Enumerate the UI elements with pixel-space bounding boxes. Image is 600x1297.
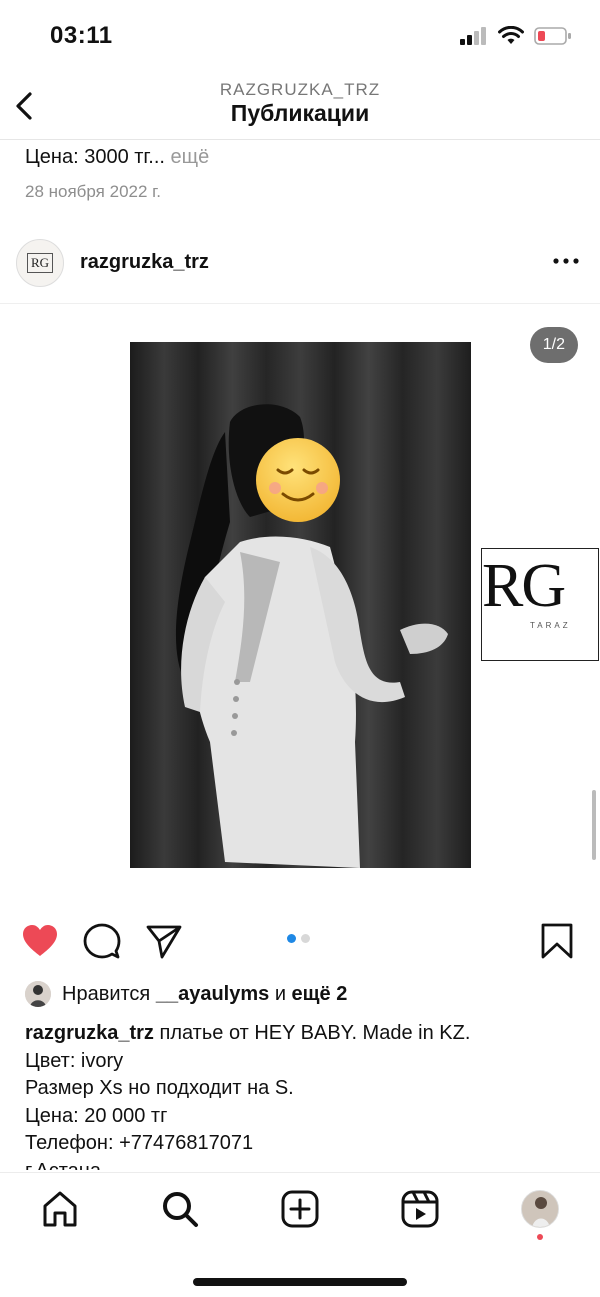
caption-line: Размер Xs но подходит на S. [25,1077,294,1099]
caption-line: Цвет: ivory [25,1049,124,1072]
caption-line: платье от HEY BABY. Made in KZ. [159,1022,471,1044]
status-icons [460,26,572,46]
header: RAZGRUZKA_TRZ Публикации [0,72,600,140]
likes-prefix: Нравится [62,982,151,1005]
caption-line: Телефон: +77476817071 [25,1132,254,1154]
previous-post-date: 28 ноября 2022 г. [25,182,161,201]
home-icon[interactable] [40,1189,80,1229]
search-icon[interactable] [160,1189,200,1229]
status-time: 03:11 [50,22,113,49]
header-username: RAZGRUZKA_TRZ [219,80,381,99]
tab-bar [0,1172,600,1297]
carousel-dots [287,934,310,943]
post-caption: razgruzka_trz платье от HEY BABY. Made i… [25,1020,585,1170]
post-actions [0,918,600,964]
likes-and: и [274,982,286,1005]
post-username[interactable]: razgruzka_trz [80,251,209,274]
reels-icon[interactable] [400,1189,440,1229]
avatar-logo: RG [26,253,54,273]
image-counter: 1/2 [529,327,578,363]
heart-icon[interactable] [21,922,59,960]
carousel-dot-active [287,934,296,943]
avatar[interactable]: RG [16,239,64,287]
home-indicator [193,1278,407,1286]
previous-post-more-link[interactable]: ещё [171,146,210,168]
create-icon[interactable] [280,1189,320,1229]
share-icon[interactable] [145,922,183,960]
carousel-dot [301,934,310,943]
likes-more[interactable]: ещё 2 [292,983,348,1006]
post-header: RG razgruzka_trz [0,236,600,304]
notification-dot [537,1234,543,1240]
liker-avatar [25,981,51,1007]
signal-icon [460,27,486,45]
caption-line: г.Астана [25,1158,585,1171]
post-photo [130,342,471,868]
wifi-icon [498,26,524,44]
likes-user[interactable]: __ayaulyms [156,983,269,1006]
likes-row[interactable]: Нравится __ayaulyms и ещё 2 [25,980,347,1008]
caption-username[interactable]: razgruzka_trz [25,1022,154,1044]
caption-line: Цена: 20 000 тг [25,1104,168,1127]
bookmark-icon[interactable] [538,922,576,960]
previous-post-price: Цена: 3000 тг... [25,146,165,168]
comment-icon[interactable] [83,922,121,960]
page-title: Публикации [230,100,370,126]
previous-post-caption: Цена: 3000 тг... ещё [25,146,209,169]
rg-logo-mark: RG [482,552,566,620]
rg-logo: RG TARAZ [481,548,599,661]
rg-logo-subtitle: TARAZ [530,621,571,630]
post-media[interactable]: 1/2 RG TARAZ [0,305,600,905]
scrollbar[interactable] [592,790,596,860]
status-bar: 03:11 [0,0,600,72]
more-icon[interactable] [552,256,580,266]
battery-icon [534,27,571,45]
profile-avatar[interactable] [521,1190,559,1228]
